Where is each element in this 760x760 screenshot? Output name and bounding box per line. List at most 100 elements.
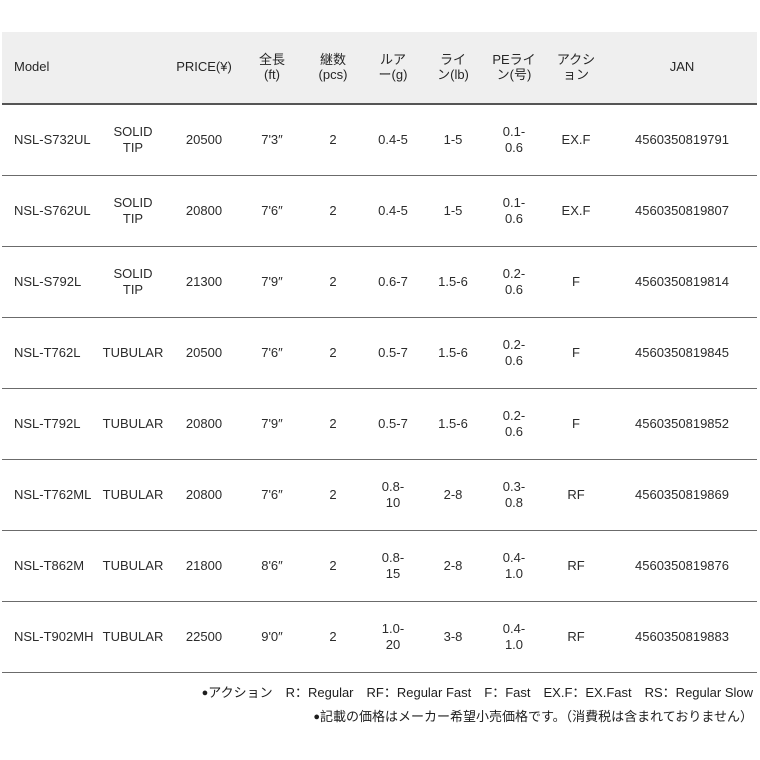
column-header-model-label: Model: [14, 59, 50, 75]
cell-jan: 4560350819876: [607, 530, 757, 602]
cell-tip-type: TUBULAR: [99, 388, 167, 460]
cell-tip-type: TUBULAR: [99, 459, 167, 531]
cell-line: 1.5-6: [423, 246, 483, 318]
cell-model: NSL-T762ML: [2, 459, 99, 531]
column-header-tip-type: [99, 32, 167, 105]
cell-pieces: 2: [303, 246, 363, 318]
cell-pieces: 2: [303, 388, 363, 460]
cell-lure-weight: 0.4-5: [363, 104, 423, 176]
cell-lure-weight: 0.5-7: [363, 388, 423, 460]
table-row: NSL-T792L TUBULAR 20800 7'9″ 2 0.5-7 1.5…: [2, 388, 757, 460]
table-row: NSL-S792L SOLID TIP 21300 7'9″ 2 0.6-7 1…: [2, 246, 757, 318]
column-header-action-label2: ョン: [562, 66, 589, 82]
cell-action: F: [545, 246, 607, 318]
cell-action: F: [545, 388, 607, 460]
cell-pieces: 2: [303, 530, 363, 602]
column-header-action: アクシ ョン: [545, 32, 607, 105]
column-header-jan: JAN: [607, 32, 757, 105]
cell-jan: 4560350819791: [607, 104, 757, 176]
cell-jan: 4560350819807: [607, 175, 757, 247]
column-header-pe-line: PEライ ン(号): [483, 32, 545, 105]
cell-model: NSL-S762UL: [2, 175, 99, 247]
footnote-price-note: ●記載の価格はメーカー希望小売価格です。（消費税は含まれておりません）: [0, 705, 757, 729]
cell-pieces: 2: [303, 459, 363, 531]
cell-pe-line: 0.4- 1.0: [483, 601, 545, 673]
column-header-lure-weight-label: ルア: [379, 51, 406, 67]
cell-model: NSL-T762L: [2, 317, 99, 389]
table-body: NSL-S732UL SOLID TIP 20500 7'3″ 2 0.4-5 …: [2, 104, 757, 673]
cell-pe-line: 0.2- 0.6: [483, 246, 545, 318]
column-header-length: 全長 (ft): [241, 32, 303, 105]
cell-tip-type: TUBULAR: [99, 601, 167, 673]
cell-model: NSL-T792L: [2, 388, 99, 460]
cell-pe-line: 0.2- 0.6: [483, 317, 545, 389]
table-row: NSL-T762L TUBULAR 20500 7'6″ 2 0.5-7 1.5…: [2, 317, 757, 389]
column-header-action-label: アクシ: [556, 51, 596, 67]
cell-tip-type: SOLID TIP: [99, 104, 167, 176]
cell-length: 7'6″: [241, 175, 303, 247]
cell-jan: 4560350819883: [607, 601, 757, 673]
cell-lure-weight: 0.6-7: [363, 246, 423, 318]
cell-action: RF: [545, 459, 607, 531]
column-header-pieces-unit: (pcs): [318, 66, 348, 82]
footnote-price-note-text: 記載の価格はメーカー希望小売価格です。（消費税は含まれておりません）: [319, 709, 753, 724]
table-row: NSL-T902MH TUBULAR 22500 9'0″ 2 1.0- 20 …: [2, 601, 757, 673]
cell-model: NSL-T862M: [2, 530, 99, 602]
cell-length: 9'0″: [241, 601, 303, 673]
column-header-pe-line-label: PEライ: [492, 51, 536, 67]
cell-length: 7'9″: [241, 246, 303, 318]
cell-length: 7'9″: [241, 388, 303, 460]
cell-action: RF: [545, 530, 607, 602]
cell-pieces: 2: [303, 317, 363, 389]
bullet-icon: ●: [313, 711, 320, 723]
cell-price: 22500: [167, 601, 241, 673]
cell-pe-line: 0.4- 1.0: [483, 530, 545, 602]
table-header-row: Model PRICE(¥) 全長 (ft) 継数 (pcs) ルア ー(g) …: [2, 32, 757, 105]
table-footnotes: ● アクション R：Regular RF：Regular Fast F：Fast …: [0, 681, 757, 729]
cell-action: F: [545, 317, 607, 389]
cell-action: RF: [545, 601, 607, 673]
cell-line: 1-5: [423, 175, 483, 247]
cell-model: NSL-T902MH: [2, 601, 99, 673]
cell-lure-weight: 0.5-7: [363, 317, 423, 389]
cell-pe-line: 0.1- 0.6: [483, 104, 545, 176]
column-header-pe-line-unit: ン(号): [496, 66, 532, 82]
column-header-lure-weight-unit: ー(g): [378, 66, 408, 82]
column-header-line-label: ライ: [439, 51, 466, 67]
column-header-model: Model: [2, 32, 99, 105]
cell-model: NSL-S792L: [2, 246, 99, 318]
cell-jan: 4560350819869: [607, 459, 757, 531]
cell-price: 20800: [167, 175, 241, 247]
cell-tip-type: TUBULAR: [99, 530, 167, 602]
cell-length: 7'3″: [241, 104, 303, 176]
column-header-length-label: 全長: [258, 51, 285, 67]
column-header-line-unit: ン(lb): [437, 66, 469, 82]
cell-price: 21300: [167, 246, 241, 318]
table-row: NSL-S762UL SOLID TIP 20800 7'6″ 2 0.4-5 …: [2, 175, 757, 247]
cell-price: 20800: [167, 459, 241, 531]
cell-jan: 4560350819845: [607, 317, 757, 389]
cell-tip-type: SOLID TIP: [99, 246, 167, 318]
cell-action: EX.F: [545, 175, 607, 247]
cell-tip-type: TUBULAR: [99, 317, 167, 389]
cell-line: 1.5-6: [423, 317, 483, 389]
cell-length: 7'6″: [241, 459, 303, 531]
table-row: NSL-T862M TUBULAR 21800 8'6″ 2 0.8- 15 2…: [2, 530, 757, 602]
cell-line: 2-8: [423, 459, 483, 531]
column-header-price-label: PRICE(¥): [176, 59, 232, 75]
table-row: NSL-S732UL SOLID TIP 20500 7'3″ 2 0.4-5 …: [2, 104, 757, 176]
cell-line: 1.5-6: [423, 388, 483, 460]
cell-line: 1-5: [423, 104, 483, 176]
cell-model: NSL-S732UL: [2, 104, 99, 176]
cell-tip-type: SOLID TIP: [99, 175, 167, 247]
cell-lure-weight: 0.4-5: [363, 175, 423, 247]
cell-lure-weight: 0.8- 15: [363, 530, 423, 602]
column-header-length-unit: (ft): [264, 66, 280, 82]
cell-price: 20500: [167, 317, 241, 389]
table-row: NSL-T762ML TUBULAR 20800 7'6″ 2 0.8- 10 …: [2, 459, 757, 531]
column-header-line: ライ ン(lb): [423, 32, 483, 105]
column-header-pieces-label: 継数: [319, 51, 346, 67]
cell-line: 2-8: [423, 530, 483, 602]
column-header-price: PRICE(¥): [167, 32, 241, 105]
cell-pieces: 2: [303, 104, 363, 176]
